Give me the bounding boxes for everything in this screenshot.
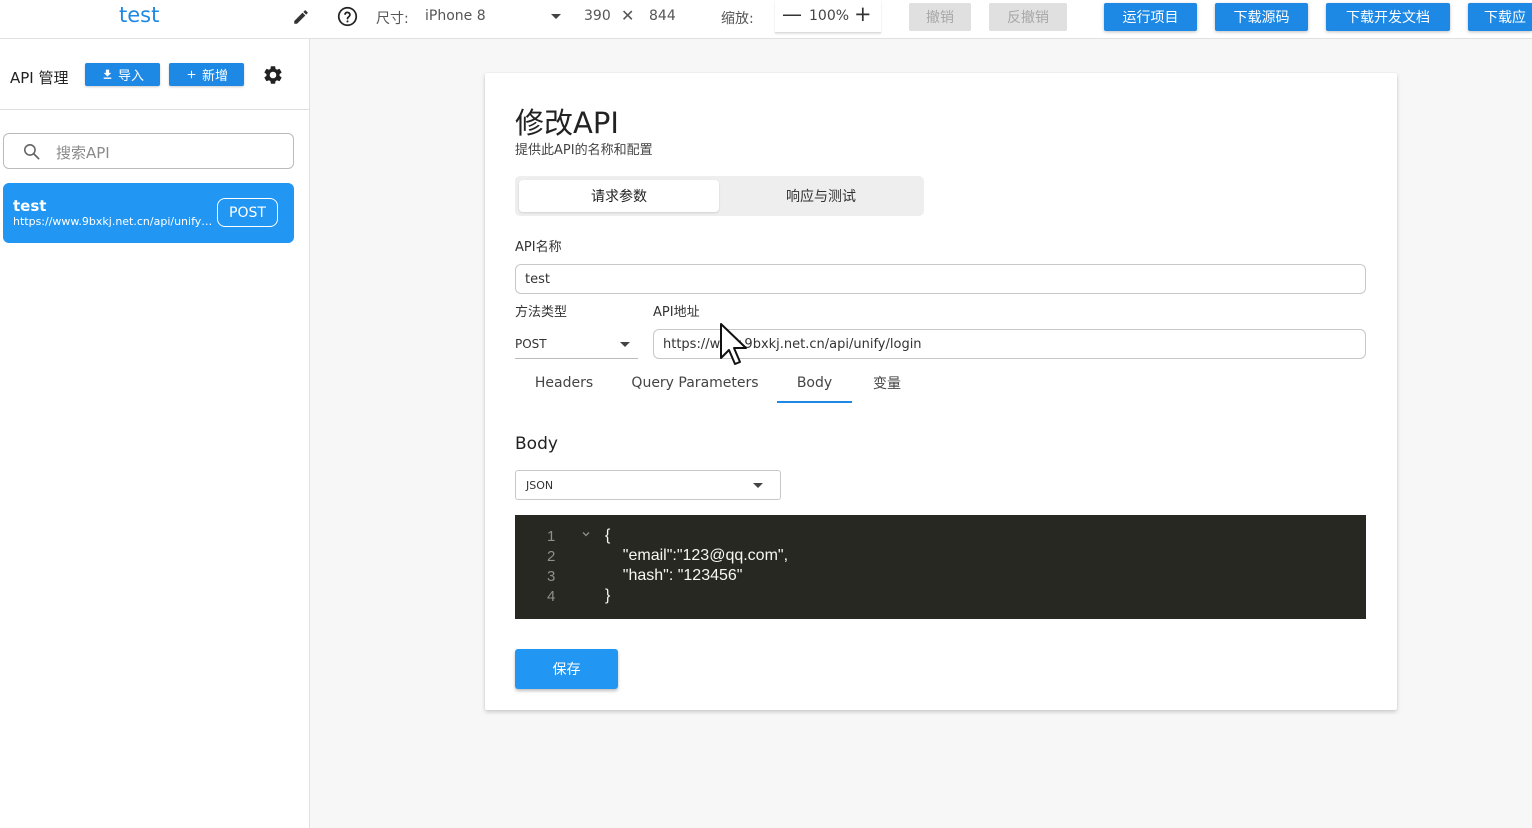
code-line: } <box>605 587 611 604</box>
top-toolbar: test 尺寸: iPhone 8 390 ✕ 844 缩放: — 100% +… <box>0 0 1532 39</box>
viewport-width[interactable]: 390 <box>584 8 611 24</box>
method-label: 方法类型 <box>515 305 568 320</box>
url-label: API地址 <box>653 305 700 320</box>
tab-headers[interactable]: Headers <box>525 363 603 403</box>
request-tabs: Headers Query Parameters Body 变量 <box>515 363 935 405</box>
zoom-out-button[interactable]: — <box>782 2 802 26</box>
code-line: "email":"123@qq.com", <box>605 547 789 564</box>
mouse-cursor-icon <box>720 323 747 365</box>
api-item-name: test <box>13 197 47 215</box>
url-input[interactable]: https://www.9bxkj.net.cn/api/unify/login <box>653 329 1366 359</box>
code-line: "hash": "123456" <box>605 567 743 584</box>
viewport-height[interactable]: 844 <box>649 8 676 24</box>
line-number: 4 <box>547 588 556 605</box>
download-docs-button[interactable]: 下载开发文档 <box>1326 3 1450 31</box>
tab-response-test[interactable]: 响应与测试 <box>721 180 921 212</box>
chevron-down-icon[interactable] <box>753 483 763 488</box>
undo-button[interactable]: 撤销 <box>909 3 971 31</box>
search-input[interactable]: 搜索API <box>3 133 294 169</box>
help-icon[interactable] <box>337 6 358 27</box>
tab-body[interactable]: Body <box>777 363 852 403</box>
line-number: 2 <box>547 548 556 565</box>
line-number: 1 <box>547 528 556 545</box>
api-item-method-badge: POST <box>217 198 278 227</box>
run-project-button[interactable]: 运行项目 <box>1104 3 1197 31</box>
download-app-button[interactable]: 下载应 <box>1468 3 1532 31</box>
line-number: 3 <box>547 568 556 585</box>
fold-arrow-icon[interactable] <box>581 529 591 539</box>
sidebar-divider <box>0 109 309 110</box>
device-select[interactable]: iPhone 8 <box>425 8 486 24</box>
zoom-label: 缩放: <box>721 11 754 27</box>
search-icon <box>23 143 40 160</box>
zoom-in-button[interactable]: + <box>854 2 872 26</box>
download-source-button[interactable]: 下载源码 <box>1215 3 1308 31</box>
body-type-select[interactable]: JSON <box>515 470 781 500</box>
project-title[interactable]: test <box>119 3 159 27</box>
api-name-input[interactable]: test <box>515 264 1366 294</box>
chevron-down-icon[interactable] <box>620 342 630 347</box>
chevron-down-icon[interactable] <box>551 14 561 19</box>
active-tab-indicator <box>777 401 852 403</box>
plus-icon <box>187 70 196 79</box>
tab-variables[interactable]: 变量 <box>862 363 912 403</box>
page-subtitle: 提供此API的名称和配置 <box>515 143 653 158</box>
page-title: 修改API <box>515 106 619 140</box>
add-api-button[interactable]: 新增 <box>169 63 244 86</box>
api-item-url: https://www.9bxkj.net.cn/api/unify/login <box>13 215 213 228</box>
times-icon: ✕ <box>621 6 635 25</box>
sidebar-title: API 管理 <box>10 69 69 87</box>
pencil-icon[interactable] <box>292 8 310 26</box>
download-icon <box>103 69 112 79</box>
tab-request-params[interactable]: 请求参数 <box>519 180 719 212</box>
code-line: { <box>605 527 611 544</box>
edit-api-card: 修改API 提供此API的名称和配置 请求参数 响应与测试 API名称 test… <box>485 73 1397 710</box>
sidebar: API 管理 导入 新增 搜索API test https://www.9bxk… <box>0 39 310 828</box>
add-label: 新增 <box>201 69 228 84</box>
code-editor[interactable]: 1 2 3 4 { "email":"123@qq.com", "hash": … <box>515 515 1366 619</box>
method-value: POST <box>515 336 547 351</box>
gear-icon[interactable] <box>262 64 284 86</box>
size-label: 尺寸: <box>376 11 409 27</box>
api-list-item[interactable]: test https://www.9bxkj.net.cn/api/unify/… <box>3 183 294 243</box>
api-name-label: API名称 <box>515 240 562 255</box>
segmented-control: 请求参数 响应与测试 <box>515 176 924 216</box>
body-section-title: Body <box>515 434 558 454</box>
zoom-value: 100% <box>809 8 850 24</box>
save-button[interactable]: 保存 <box>515 649 618 689</box>
import-button[interactable]: 导入 <box>85 63 160 86</box>
redo-button[interactable]: 反撤销 <box>989 3 1067 31</box>
search-placeholder: 搜索API <box>56 144 110 162</box>
tab-query-parameters[interactable]: Query Parameters <box>623 363 767 403</box>
body-type-value: JSON <box>526 478 554 492</box>
import-label: 导入 <box>117 69 144 84</box>
